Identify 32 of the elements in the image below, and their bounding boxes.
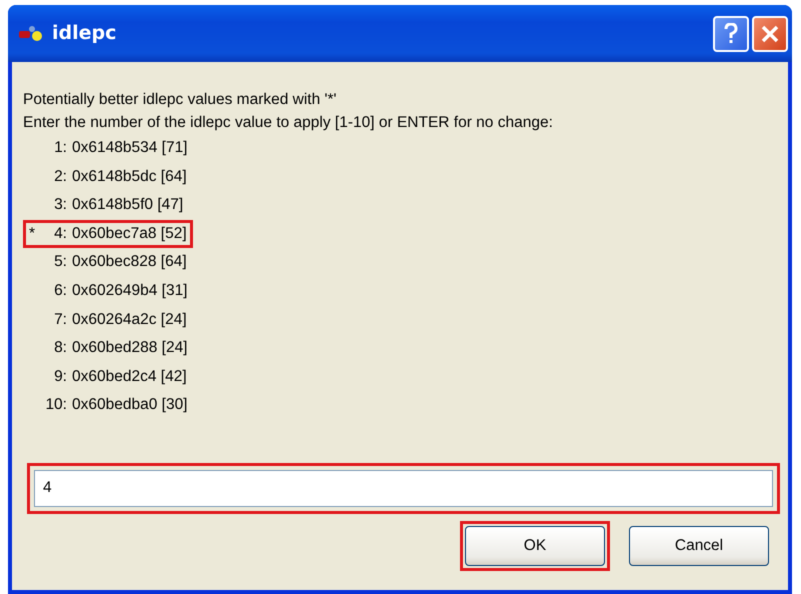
entry-value: 0x60bec828 [64]: [72, 252, 187, 272]
message-text: Potentially better idlepc values marked with '*': [23, 90, 338, 110]
entry-value: 0x6148b5f0 [47]: [72, 195, 184, 216]
entry-value: 0x60bed288 [24]: [72, 338, 188, 358]
entry-index: 3:: [53, 195, 67, 216]
marker-text: *: [29, 224, 36, 244]
entry-index: 8:: [53, 338, 67, 358]
entry-index: 10:: [45, 395, 67, 416]
entry-value: 0x60bed2c4 [42]: [72, 366, 187, 387]
entry-index: 4:: [53, 224, 67, 244]
app-icon: [18, 24, 44, 42]
entry-index: 1:: [53, 138, 67, 158]
help-button[interactable]: [713, 16, 749, 52]
entry-index: 7:: [53, 310, 67, 330]
help-icon: [723, 22, 739, 44]
message-text: Enter the number of the idlepc value to apply [1-10] or ENTER for no change:: [23, 113, 554, 133]
entry-value: 0x60264a2c [24]: [72, 310, 187, 330]
entry-value: 0x60bedba0 [30]: [72, 395, 188, 416]
input-field[interactable]: 4: [34, 470, 773, 507]
close-button[interactable]: [752, 16, 788, 52]
entry-value: 0x6148b5dc [64]: [72, 166, 187, 187]
ok-button[interactable]: OK: [465, 526, 605, 566]
entry-index: 5:: [53, 252, 67, 272]
entry-index: 9:: [53, 366, 67, 387]
cancel-button[interactable]: Cancel: [629, 526, 769, 566]
entry-value: 0x6148b534 [71]: [72, 138, 188, 158]
entry-index: 2:: [53, 166, 67, 187]
entry-value: 0x602649b4 [31]: [72, 280, 188, 301]
entry-value: 0x60bec7a8 [52]: [72, 224, 187, 244]
close-icon: [760, 24, 780, 44]
window-title: idlepc: [52, 21, 118, 46]
entry-index: 6:: [53, 280, 67, 301]
